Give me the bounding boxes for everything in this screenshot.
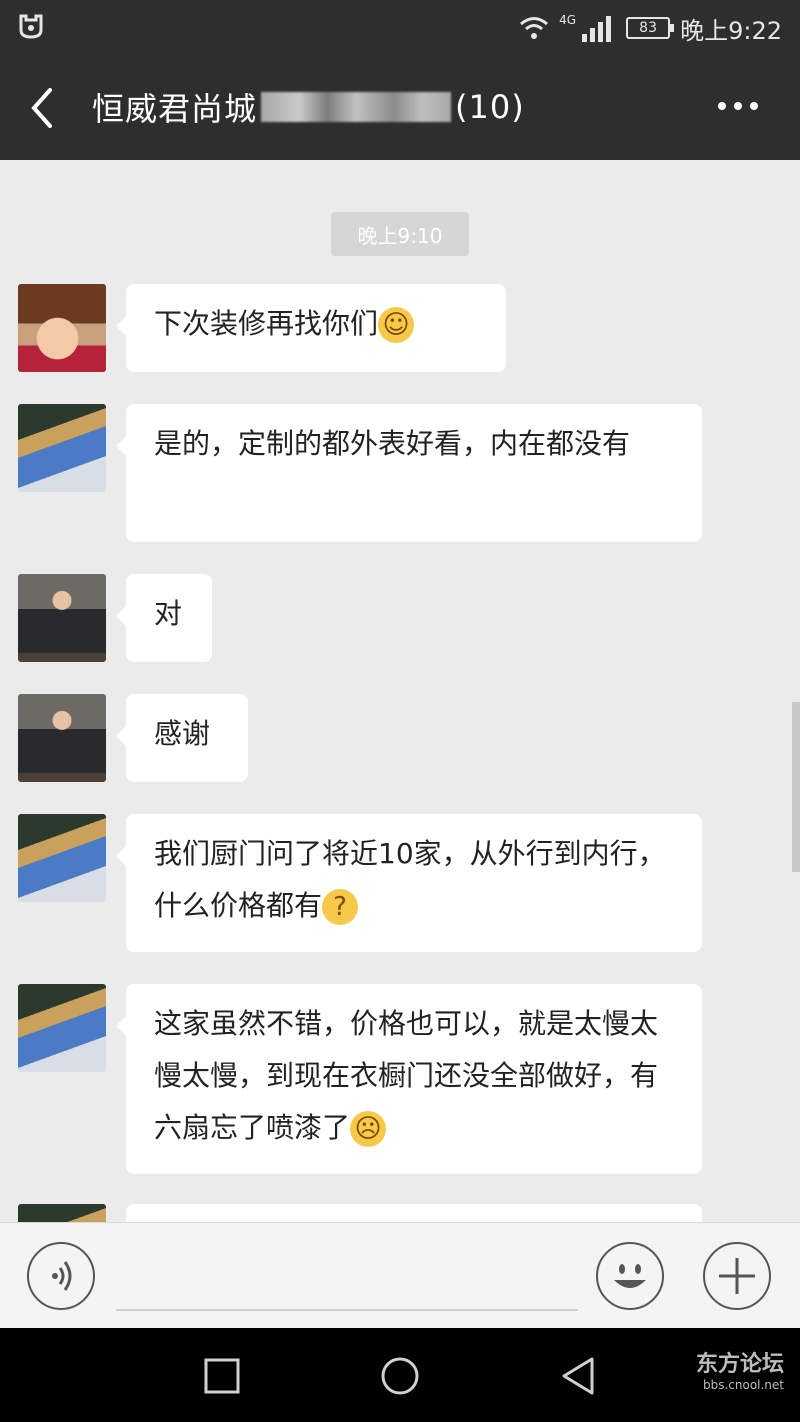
message-text: 是的，定制的都外表好看，内在都没有 (154, 427, 631, 460)
navigation-bar: 东方论坛 bbs.cnool.net (0, 1328, 800, 1422)
avatar[interactable] (18, 284, 106, 372)
avatar[interactable] (18, 404, 106, 492)
message-text: 下次装修再找你们 (154, 307, 379, 340)
message-bubble[interactable]: 这家虽然不错，价格也可以，就是太慢太慢太慢，到现在衣橱门还没全部做好，有六扇忘了… (116, 984, 702, 1174)
avatar[interactable] (18, 814, 106, 902)
status-bar: 4G 83 晚上9:22 (0, 0, 800, 56)
chat-title: 恒威君尚城 (10) (92, 84, 525, 130)
thinking-emoji-icon: ? (322, 889, 359, 925)
message-text: 感谢 (154, 717, 211, 750)
message-list[interactable]: 晚上9:10 下次装修再找你们 ☺ 是的，定制的都外表好看，内在都没有 对 感谢 … (0, 160, 800, 1222)
battery-level: 83 (639, 20, 657, 36)
message-bubble[interactable]: 感谢 (116, 694, 248, 782)
message-bubble[interactable]: 下次装修再找你们 ☺ (116, 284, 506, 372)
back-triangle-icon[interactable] (560, 1356, 596, 1396)
message-input[interactable] (116, 1309, 578, 1311)
scrollbar[interactable] (792, 702, 800, 872)
input-bar (0, 1222, 800, 1329)
chat-title-prefix: 恒威君尚城 (92, 90, 258, 128)
network-type: 4G (559, 13, 577, 27)
status-time: 晚上9:22 (680, 16, 782, 45)
message-bubble[interactable] (126, 1204, 702, 1222)
signal-icon (582, 16, 612, 42)
message-bubble[interactable]: 是的，定制的都外表好看，内在都没有 (116, 404, 702, 542)
emoji-icon (614, 1264, 646, 1288)
recent-apps-icon[interactable] (204, 1358, 240, 1394)
message-text: 对 (154, 597, 183, 630)
message-text: 这家虽然不错，价格也可以，就是太慢太慢太慢，到现在衣橱门还没全部做好，有六扇忘了… (154, 1007, 659, 1144)
redacted-title-blur (261, 92, 452, 122)
watermark-name: 东方论坛 (695, 1352, 784, 1377)
watermark-site: bbs.cnool.net (702, 1378, 784, 1392)
timestamp-badge: 晚上9:10 (331, 212, 469, 256)
wifi-icon (520, 17, 549, 39)
chat-header: 恒威君尚城 (10) (0, 56, 800, 160)
message-bubble[interactable]: 我们厨门问了将近10家，从外行到内行，什么价格都有? (116, 814, 702, 952)
watermark: 东方论坛 bbs.cnool.net (696, 1346, 784, 1392)
plus-icon (719, 1258, 755, 1294)
member-count: (10) (455, 88, 525, 126)
message-bubble[interactable]: 对 (116, 574, 212, 662)
avatar[interactable] (18, 1204, 106, 1222)
home-icon[interactable] (380, 1356, 420, 1396)
voice-icon (52, 1261, 72, 1291)
more-options-icon[interactable] (718, 102, 758, 112)
message-text: 我们厨门问了将近10家，从外行到内行，什么价格都有 (154, 837, 666, 922)
voice-button[interactable] (27, 1242, 95, 1310)
avatar[interactable] (18, 694, 106, 782)
battery-icon: 83 (626, 17, 675, 39)
avatar[interactable] (18, 984, 106, 1072)
avatar[interactable] (18, 574, 106, 662)
add-button[interactable] (703, 1242, 771, 1310)
emoji-button[interactable] (596, 1242, 664, 1310)
app-notification-icon (19, 14, 43, 39)
back-arrow-icon[interactable] (26, 86, 60, 130)
sad-emoji-icon: ☹ (350, 1111, 387, 1147)
smile-emoji-icon: ☺ (378, 307, 415, 343)
